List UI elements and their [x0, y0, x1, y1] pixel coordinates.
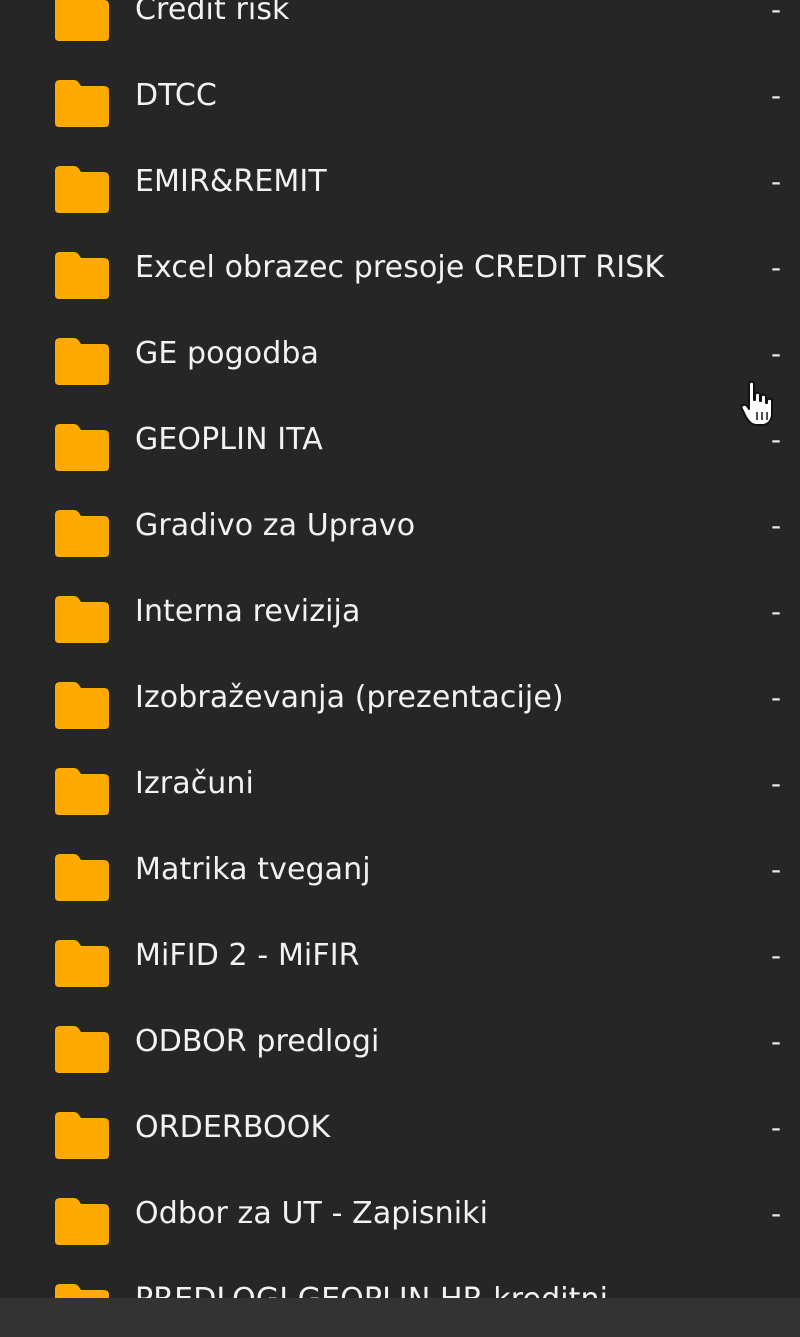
folder-name[interactable]: DTCC — [135, 76, 217, 116]
folder-row[interactable]: Interna revizija - — [0, 568, 800, 654]
folder-name[interactable]: PREDLOGI GEOPLIN HR kreditni — [135, 1280, 608, 1298]
folder-size: - — [770, 767, 782, 800]
folder-size: - — [770, 939, 782, 972]
folder-name[interactable]: Excel obrazec presoje CREDIT RISK — [135, 248, 664, 288]
folder-icon[interactable] — [52, 1281, 112, 1298]
folder-icon[interactable] — [52, 335, 112, 387]
folder-icon[interactable] — [52, 249, 112, 301]
folder-icon[interactable] — [52, 507, 112, 559]
folder-name[interactable]: Izračuni — [135, 764, 254, 804]
folder-name[interactable]: Gradivo za Upravo — [135, 506, 415, 546]
folder-name[interactable]: Odbor za UT - Zapisniki — [135, 1194, 488, 1234]
folder-name[interactable]: GE pogodba — [135, 334, 319, 374]
folder-row[interactable]: MiFID 2 - MiFIR - — [0, 912, 800, 998]
folder-name[interactable]: ODBOR predlogi — [135, 1022, 379, 1062]
folder-size: - — [770, 79, 782, 112]
folder-name[interactable]: MiFID 2 - MiFIR — [135, 936, 360, 976]
folder-row[interactable]: Matrika tveganj - — [0, 826, 800, 912]
folder-icon[interactable] — [52, 765, 112, 817]
folder-size: - — [770, 1025, 782, 1058]
folder-row[interactable]: PREDLOGI GEOPLIN HR kreditni — [0, 1256, 800, 1298]
folder-size: - — [770, 1197, 782, 1230]
folder-name[interactable]: EMIR&REMIT — [135, 162, 327, 202]
folder-row[interactable]: EMIR&REMIT - — [0, 138, 800, 224]
file-list-panel: Credit risk - DTCC - EMIR&REMIT - Excel obraze… — [0, 0, 800, 1298]
folder-size: - — [770, 337, 782, 370]
folder-size: - — [770, 1111, 782, 1144]
folder-row[interactable]: DTCC - — [0, 52, 800, 138]
folder-size: - — [770, 595, 782, 628]
bottom-bar — [0, 1298, 800, 1337]
folder-icon[interactable] — [52, 593, 112, 645]
folder-icon[interactable] — [52, 163, 112, 215]
folder-icon[interactable] — [52, 1023, 112, 1075]
folder-row[interactable]: Excel obrazec presoje CREDIT RISK - — [0, 224, 800, 310]
folder-name[interactable]: Matrika tveganj — [135, 850, 371, 890]
folder-icon[interactable] — [52, 851, 112, 903]
folder-size: - — [770, 0, 782, 26]
folder-icon[interactable] — [52, 937, 112, 989]
folder-size: - — [770, 853, 782, 886]
folder-icon[interactable] — [52, 421, 112, 473]
folder-row[interactable]: Izračuni - — [0, 740, 800, 826]
folder-name[interactable]: GEOPLIN ITA — [135, 420, 323, 460]
folder-name[interactable]: Interna revizija — [135, 592, 360, 632]
folder-row[interactable]: GEOPLIN ITA - — [0, 396, 800, 482]
folder-icon[interactable] — [52, 1195, 112, 1247]
folder-row[interactable]: Odbor za UT - Zapisniki - — [0, 1170, 800, 1256]
folder-row[interactable]: GE pogodba - — [0, 310, 800, 396]
folder-name[interactable]: Izobraževanja (prezentacije) — [135, 678, 564, 718]
folder-icon[interactable] — [52, 77, 112, 129]
folder-row[interactable]: Credit risk - — [0, 0, 800, 52]
folder-row[interactable]: ORDERBOOK - — [0, 1084, 800, 1170]
folder-name[interactable]: Credit risk — [135, 0, 290, 30]
folder-name[interactable]: ORDERBOOK — [135, 1108, 330, 1148]
folder-size: - — [770, 681, 782, 714]
folder-row[interactable]: ODBOR predlogi - — [0, 998, 800, 1084]
folder-size: - — [770, 509, 782, 542]
folder-icon[interactable] — [52, 679, 112, 731]
hand-pointer-icon — [740, 378, 774, 428]
folder-row[interactable]: Gradivo za Upravo - — [0, 482, 800, 568]
file-list: Credit risk - DTCC - EMIR&REMIT - Excel obraze… — [0, 0, 800, 1298]
folder-icon[interactable] — [52, 0, 112, 43]
folder-row[interactable]: Izobraževanja (prezentacije) - — [0, 654, 800, 740]
folder-size: - — [770, 251, 782, 284]
folder-size: - — [770, 165, 782, 198]
folder-icon[interactable] — [52, 1109, 112, 1161]
